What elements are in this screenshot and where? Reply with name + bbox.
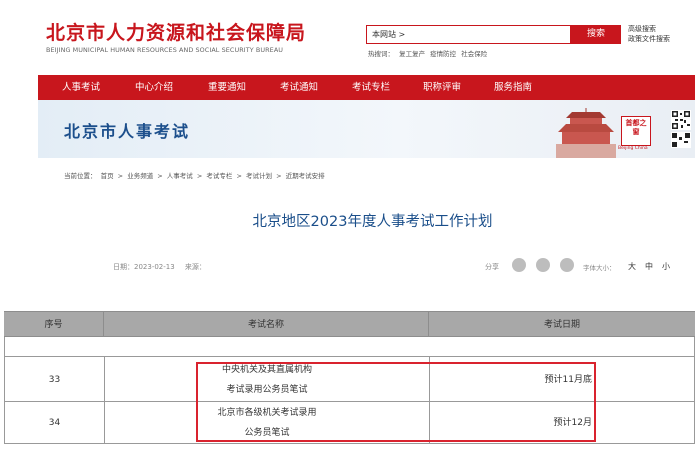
table-gap <box>4 337 695 356</box>
nav-item-notices[interactable]: 重要通知 <box>208 75 246 100</box>
row-exam-date: 预计11月底 <box>544 374 592 385</box>
hot-search-label: 热搜词： <box>368 50 394 58</box>
section-gap <box>0 288 695 310</box>
breadcrumb-separator: > <box>196 172 203 180</box>
header-index: 序号 <box>4 312 104 338</box>
exam-name-line1: 中央机关及其直属机构 <box>221 364 312 375</box>
capital-window-logo[interactable]: 首都之窗 <box>621 116 651 146</box>
breadcrumb-separator: > <box>236 172 242 180</box>
nav-item-exam[interactable]: 人事考试 <box>62 75 100 100</box>
breadcrumb-label: 当前位置： <box>64 172 97 180</box>
row-exam-name: 北京市各级机关考试录用 公务员笔试 <box>105 402 430 444</box>
nav-item-about[interactable]: 中心介绍 <box>135 75 173 100</box>
breadcrumb-link-plan[interactable]: 考试计划 <box>246 172 272 180</box>
wechat-share-icon[interactable] <box>512 258 526 272</box>
breadcrumb-link-business[interactable]: 业务频道 <box>127 172 153 180</box>
weibo-share-icon[interactable] <box>536 258 550 272</box>
banner-title: 北京市人事考试 <box>64 122 191 141</box>
breadcrumb-link-column[interactable]: 考试专栏 <box>206 172 232 180</box>
stamp-subtitle: Beijing China <box>618 146 648 151</box>
breadcrumb-separator: > <box>157 172 163 180</box>
font-size-large[interactable]: 大 <box>628 261 636 272</box>
search-button[interactable]: 搜索 <box>571 25 621 44</box>
site-header: 北京市人力资源和社会保障局 BEIJING MUNICIPAL HUMAN RE… <box>0 0 695 72</box>
hot-word-link[interactable]: 疫情防控 <box>430 50 456 58</box>
breadcrumb-link-recent[interactable]: 近期考试安排 <box>286 172 325 180</box>
table-row: 33 中央机关及其直属机构 考试录用公务员笔试 预计11月底 <box>4 356 695 402</box>
nav-item-title-review[interactable]: 职称评审 <box>423 75 461 100</box>
article-source: 来源： <box>184 263 206 271</box>
hot-word-link[interactable]: 复工复产 <box>399 50 425 58</box>
nav-item-exam-column[interactable]: 考试专栏 <box>352 75 390 100</box>
breadcrumb-link-home[interactable]: 首页 <box>101 172 114 180</box>
stamp-text: 首都之窗 <box>625 119 647 136</box>
main-nav: 人事考试 中心介绍 重要通知 考试通知 考试专栏 职称评审 服务指南 <box>38 75 695 100</box>
header-exam-name: 考试名称 <box>104 312 429 338</box>
row-exam-name: 中央机关及其直属机构 考试录用公务员笔试 <box>105 357 430 402</box>
hot-word-link[interactable]: 社会保险 <box>461 50 487 58</box>
row-exam-date: 预计12月 <box>553 418 592 428</box>
article-meta: 日期：2023-02-13 来源： <box>113 262 206 272</box>
breadcrumb-separator: > <box>117 172 124 180</box>
breadcrumb: 当前位置： 首页 > 业务频道 > 人事考试 > 考试专栏 > 考试计划 > 近… <box>64 170 327 180</box>
row-index: 33 <box>5 357 105 402</box>
advanced-search-link[interactable]: 高级搜索 <box>628 24 670 34</box>
exam-name-line1: 北京市各级机关考试录用 <box>217 408 317 418</box>
site-logo-title[interactable]: 北京市人力资源和社会保障局 <box>46 18 306 45</box>
search-input[interactable]: 本网站 > <box>366 25 571 44</box>
policy-search-link[interactable]: 政策文件搜索 <box>628 34 670 44</box>
hot-search: 热搜词： 复工复产 疫情防控 社会保险 <box>368 48 490 58</box>
nav-item-exam-notices[interactable]: 考试通知 <box>280 75 318 100</box>
exam-name-line2: 考试录用公务员笔试 <box>226 384 308 395</box>
row-index: 34 <box>5 402 105 444</box>
page-banner: 北京市人事考试 首都之窗 Beijing China <box>38 100 695 158</box>
article-title: 北京地区2023年度人事考试工作计划 <box>252 214 493 230</box>
table-header: 序号 考试名称 考试日期 <box>4 311 695 338</box>
font-size-label: 字体大小： <box>583 264 616 272</box>
share-label: 分享 <box>485 263 499 271</box>
nav-item-service-guide[interactable]: 服务指南 <box>494 75 532 100</box>
site-logo-subtitle: BEIJING MUNICIPAL HUMAN RESOURCES AND SO… <box>46 46 284 54</box>
exam-name-line2: 公务员笔试 <box>244 428 290 438</box>
font-size-medium[interactable]: 中 <box>645 261 653 272</box>
header-exam-date: 考试日期 <box>543 320 580 330</box>
favorite-share-icon[interactable] <box>560 258 574 272</box>
font-size-small[interactable]: 小 <box>662 261 670 272</box>
breadcrumb-separator: > <box>276 172 282 180</box>
advanced-links: 高级搜索 政策文件搜索 <box>628 24 670 44</box>
article-date: 日期：2023-02-13 <box>113 263 175 271</box>
breadcrumb-link-exam[interactable]: 人事考试 <box>167 172 193 180</box>
qr-code-icon <box>671 110 691 148</box>
table-row: 34 北京市各级机关考试录用 公务员笔试 预计12月 <box>4 401 695 444</box>
